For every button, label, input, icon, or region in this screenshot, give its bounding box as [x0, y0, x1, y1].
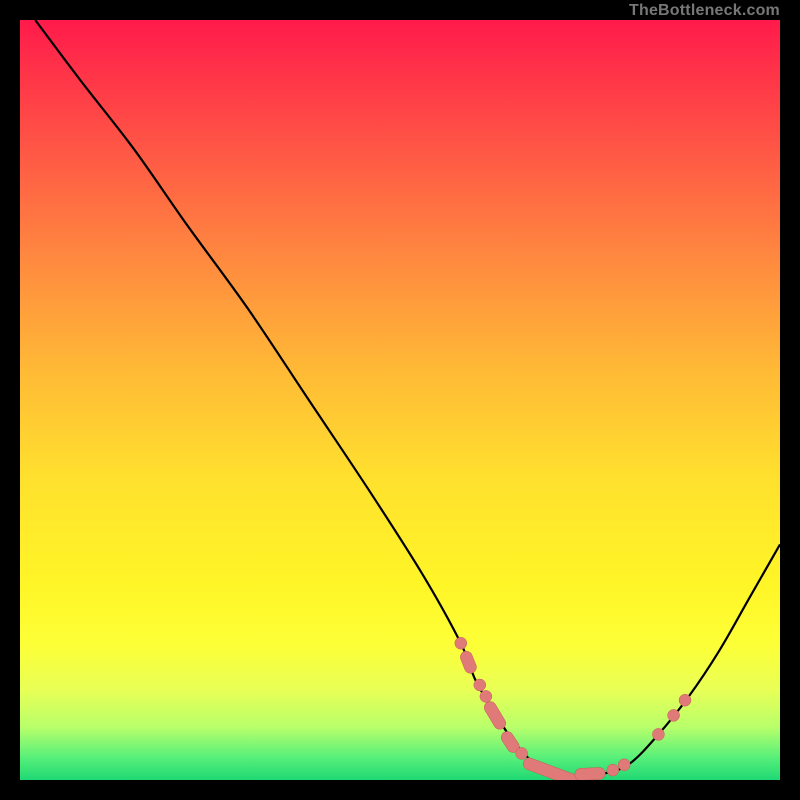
- background-gradient: [20, 20, 780, 780]
- watermark-text: TheBottleneck.com: [629, 2, 780, 20]
- plot-area: [20, 20, 780, 780]
- chart-frame: TheBottleneck.com: [20, 20, 780, 780]
